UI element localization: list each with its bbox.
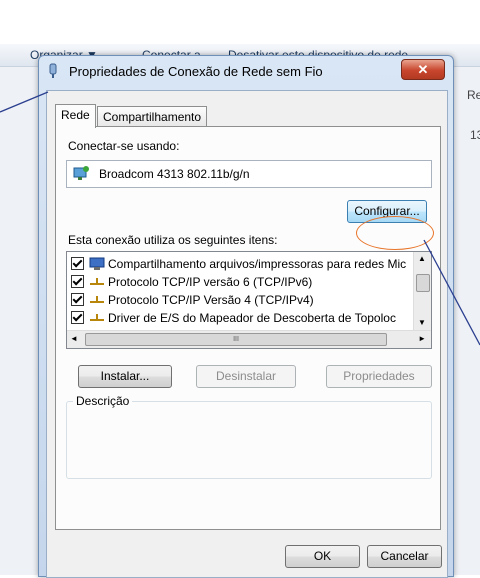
tab-rede[interactable]: Rede [55,104,96,128]
annotation-line-left [0,91,49,113]
annotation-line-right [423,239,480,346]
annotation-lines [0,91,480,346]
